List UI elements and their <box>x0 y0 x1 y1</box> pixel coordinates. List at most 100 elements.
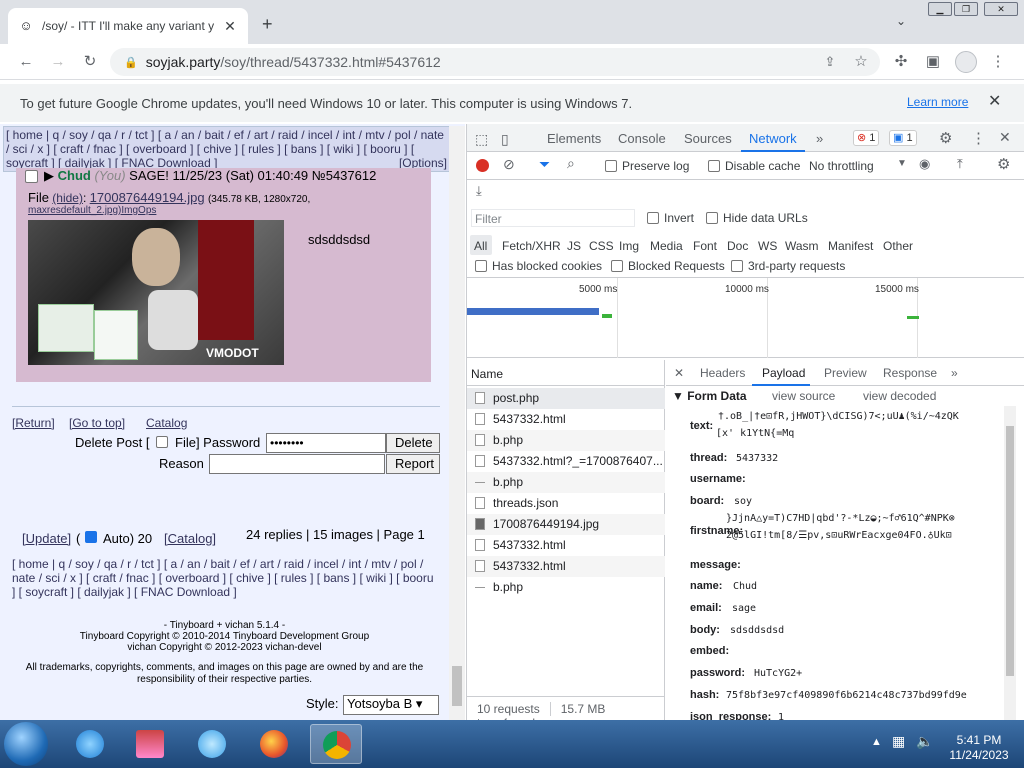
devtools-close-icon[interactable]: ✕ <box>999 129 1011 146</box>
blocked-requests-checkbox[interactable] <box>611 260 623 272</box>
footer-nav[interactable]: [ home | q / soy / qa / r / tct ] [ a / … <box>12 557 437 599</box>
type-css[interactable]: CSS <box>589 239 614 253</box>
type-doc[interactable]: Doc <box>727 239 748 253</box>
more-detail-tabs-icon[interactable]: » <box>951 366 958 380</box>
tab-close-icon[interactable]: ✕ <box>222 18 238 35</box>
browser-tab[interactable]: ☺ /soy/ - ITT I'll make any variant y ✕ <box>8 8 248 44</box>
internet-explorer-icon[interactable] <box>64 724 116 764</box>
error-badge[interactable]: ⊗ 1 <box>853 130 880 146</box>
menu-kebab-icon[interactable]: ⋮ <box>988 52 1008 72</box>
minimize-button[interactable]: ▁ <box>928 2 952 16</box>
blocked-requests-toggle[interactable]: Blocked Requests <box>611 259 725 273</box>
address-bar[interactable]: 🔒 soyjak.party/soy/thread/5437332.html#5… <box>110 48 880 76</box>
request-row[interactable]: b.php <box>467 430 665 451</box>
request-row[interactable]: b.php <box>467 577 665 598</box>
type-manifest[interactable]: Manifest <box>828 239 873 253</box>
filter-icon[interactable]: ⏷ <box>539 156 550 173</box>
invert-checkbox[interactable] <box>647 212 659 224</box>
restore-button[interactable]: ❐ <box>954 2 978 16</box>
file-link[interactable]: 1700876449194.jpg <box>90 190 205 205</box>
side-panel-icon[interactable]: ▣ <box>923 52 943 72</box>
firefox-icon[interactable] <box>248 724 300 764</box>
request-row[interactable]: 1700876449194.jpg <box>467 514 665 535</box>
detail-close-icon[interactable]: ✕ <box>674 366 684 380</box>
detail-scroll-thumb[interactable] <box>1006 426 1014 676</box>
third-party-toggle[interactable]: 3rd-party requests <box>731 259 845 273</box>
detail-tab-preview[interactable]: Preview <box>824 366 867 380</box>
extensions-icon[interactable]: ✣ <box>891 52 911 72</box>
request-row[interactable]: 5437332.html?_=1700876407... <box>467 451 665 472</box>
new-tab-button[interactable]: + <box>262 14 273 35</box>
detail-tab-headers[interactable]: Headers <box>700 366 745 380</box>
board-nav[interactable]: [ home | q / soy / qa / r / tct ] [ a / … <box>3 126 450 172</box>
windows-start-icon[interactable] <box>4 722 48 766</box>
network-settings-icon[interactable]: ⚙ <box>997 155 1010 173</box>
name-column-header[interactable]: Name <box>467 360 665 386</box>
password-field[interactable]: •••••••• <box>266 433 386 453</box>
type-all[interactable]: All <box>474 239 487 253</box>
report-button[interactable]: Report <box>386 454 440 474</box>
tab-sources[interactable]: Sources <box>684 131 732 146</box>
inspect-icon[interactable]: ⬚ <box>475 131 488 148</box>
auto-update-checkbox[interactable] <box>85 531 97 543</box>
media-center-icon[interactable] <box>124 724 176 764</box>
hide-data-urls-checkbox[interactable] <box>706 212 718 224</box>
request-row[interactable]: threads.json <box>467 493 665 514</box>
request-row[interactable]: b.php <box>467 472 665 493</box>
request-row[interactable]: post.php <box>467 388 665 409</box>
type-other[interactable]: Other <box>883 239 913 253</box>
style-select[interactable]: Yotsoyba B ▾ <box>343 695 439 715</box>
network-conditions-icon[interactable]: ◉ <box>919 156 930 172</box>
detail-tab-response[interactable]: Response <box>883 366 937 380</box>
third-party-checkbox[interactable] <box>731 260 743 272</box>
profile-avatar[interactable] <box>955 51 977 73</box>
throttling-dropdown-icon[interactable]: ▼ <box>897 158 907 169</box>
clear-icon[interactable]: ⊘ <box>503 156 515 173</box>
network-tray-icon[interactable]: ▦ <box>892 733 905 750</box>
detail-scrollbar[interactable] <box>1004 406 1016 720</box>
detail-tab-payload[interactable]: Payload <box>762 366 805 380</box>
catalog-link[interactable]: Catalog <box>146 416 187 430</box>
blocked-cookies-checkbox[interactable] <box>475 260 487 272</box>
search-icon[interactable]: ⌕ <box>567 155 575 172</box>
tab-search-icon[interactable]: ⌄ <box>896 14 906 28</box>
return-link[interactable]: [Return] <box>12 416 55 430</box>
hide-data-urls-toggle[interactable]: Hide data URLs <box>706 211 808 225</box>
filter-input[interactable]: Filter <box>471 209 635 227</box>
catalog-link-bottom[interactable]: [Catalog] <box>164 531 216 546</box>
back-icon[interactable]: ← <box>16 52 36 72</box>
window-close-button[interactable]: ✕ <box>984 2 1018 16</box>
update-link[interactable]: [Update] <box>22 531 71 546</box>
type-img[interactable]: Img <box>619 239 639 253</box>
blocked-cookies-toggle[interactable]: Has blocked cookies <box>475 259 602 273</box>
clock[interactable]: 5:41 PM 11/24/2023 <box>944 733 1014 763</box>
itunes-icon[interactable] <box>186 724 238 764</box>
tab-console[interactable]: Console <box>618 131 666 146</box>
post-image[interactable]: VMODOT <box>28 220 284 365</box>
message-badge[interactable]: ▣ 1 <box>889 130 917 146</box>
settings-gear-icon[interactable]: ⚙ <box>939 129 952 147</box>
device-toolbar-icon[interactable]: ▯ <box>501 131 509 148</box>
reload-icon[interactable]: ↻ <box>80 52 100 72</box>
page-scrollbar[interactable] <box>449 126 465 720</box>
view-decoded-link[interactable]: view decoded <box>863 389 936 403</box>
record-icon[interactable] <box>476 159 489 172</box>
post-menu-arrow-icon[interactable]: ▶ <box>44 168 54 183</box>
tab-network[interactable]: Network <box>749 131 797 146</box>
tab-elements[interactable]: Elements <box>547 131 601 146</box>
reason-field[interactable] <box>209 454 385 474</box>
hide-link[interactable]: (hide) <box>52 191 83 205</box>
type-font[interactable]: Font <box>693 239 717 253</box>
export-har-icon[interactable]: ⤓ <box>476 183 482 199</box>
post-checkbox[interactable] <box>25 170 38 183</box>
preserve-log-toggle[interactable]: Preserve log <box>605 159 689 173</box>
share-icon[interactable]: ⇪ <box>820 52 840 72</box>
forward-icon[interactable]: → <box>48 52 68 72</box>
type-js[interactable]: JS <box>567 239 581 253</box>
tray-expand-icon[interactable]: ▲ <box>871 736 882 748</box>
import-har-icon[interactable]: ⤒ <box>957 156 963 172</box>
request-row[interactable]: 5437332.html <box>467 535 665 556</box>
more-tabs-icon[interactable]: » <box>816 131 823 146</box>
form-data-toggle[interactable]: ▼ Form Data <box>672 389 747 403</box>
file-checkbox[interactable] <box>156 436 168 448</box>
